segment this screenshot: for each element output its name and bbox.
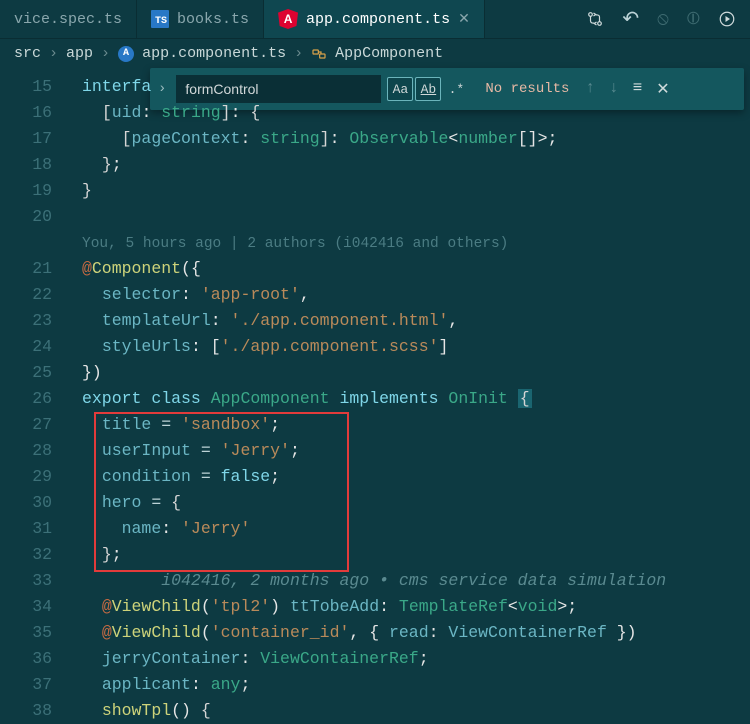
inline-blame-annotation: i042416, 2 months ago • cms service data… — [161, 571, 666, 590]
class-icon — [311, 46, 327, 62]
line-number: 36 — [0, 646, 74, 672]
history-back-icon[interactable]: ⦸ — [657, 9, 669, 30]
run-icon[interactable] — [718, 10, 736, 28]
breadcrumb-item[interactable]: AppComponent — [335, 45, 443, 62]
line-number: 38 — [0, 698, 74, 724]
chevron-right-icon: › — [101, 45, 110, 62]
line-number: 37 — [0, 672, 74, 698]
undo-icon[interactable]: ↶ — [622, 6, 639, 32]
breadcrumb-item[interactable]: app — [66, 45, 93, 62]
line-number: 31 — [0, 516, 74, 542]
line-number: 20 — [0, 204, 74, 230]
git-compare-icon[interactable] — [586, 10, 604, 28]
line-number: 17 — [0, 126, 74, 152]
line-number: 21 — [0, 256, 74, 282]
tab-label: app.component.ts — [306, 11, 450, 28]
code-content[interactable]: interfa [uid: string]: { [pageContext: s… — [82, 68, 750, 723]
line-number: 27 — [0, 412, 74, 438]
tab-books[interactable]: TS books.ts — [137, 0, 264, 38]
line-number: 19 — [0, 178, 74, 204]
line-number: 23 — [0, 308, 74, 334]
line-number: 15 — [0, 74, 74, 100]
line-number: 24 — [0, 334, 74, 360]
line-number: 34 — [0, 594, 74, 620]
line-number: 16 — [0, 100, 74, 126]
line-number: 28 — [0, 438, 74, 464]
git-blame-annotation: You, 5 hours ago | 2 authors (i042416 an… — [82, 236, 508, 252]
editor-toolbar: ↶ ⦸ ⦶ — [572, 0, 750, 38]
close-icon[interactable]: ✕ — [458, 11, 470, 28]
line-number: 25 — [0, 360, 74, 386]
chevron-right-icon: › — [49, 45, 58, 62]
line-number: 30 — [0, 490, 74, 516]
line-number: 29 — [0, 464, 74, 490]
breadcrumb: src › app › A app.component.ts › AppComp… — [0, 38, 750, 68]
line-number: 26 — [0, 386, 74, 412]
tab-label: books.ts — [177, 11, 249, 28]
angular-icon — [278, 9, 298, 29]
line-number: 35 — [0, 620, 74, 646]
line-number: 32 — [0, 542, 74, 568]
line-number: 22 — [0, 282, 74, 308]
tab-label: vice.spec.ts — [14, 11, 122, 28]
tab-strip: vice.spec.ts TS books.ts app.component.t… — [0, 0, 750, 38]
breadcrumb-item[interactable]: src — [14, 45, 41, 62]
chevron-right-icon: › — [294, 45, 303, 62]
line-number: 33 — [0, 568, 74, 594]
line-number-gutter: 15 16 17 18 19 20 21 22 23 24 25 26 27 2… — [0, 68, 74, 723]
history-fwd-icon[interactable]: ⦶ — [687, 9, 700, 30]
line-number: 18 — [0, 152, 74, 178]
ts-icon: TS — [151, 10, 169, 28]
tab-vice-spec[interactable]: vice.spec.ts — [0, 0, 137, 38]
tab-app-component[interactable]: app.component.ts ✕ — [264, 0, 485, 38]
angular-file-icon: A — [118, 46, 134, 62]
breadcrumb-item[interactable]: app.component.ts — [142, 45, 286, 62]
code-editor[interactable]: 15 16 17 18 19 20 21 22 23 24 25 26 27 2… — [0, 68, 750, 723]
